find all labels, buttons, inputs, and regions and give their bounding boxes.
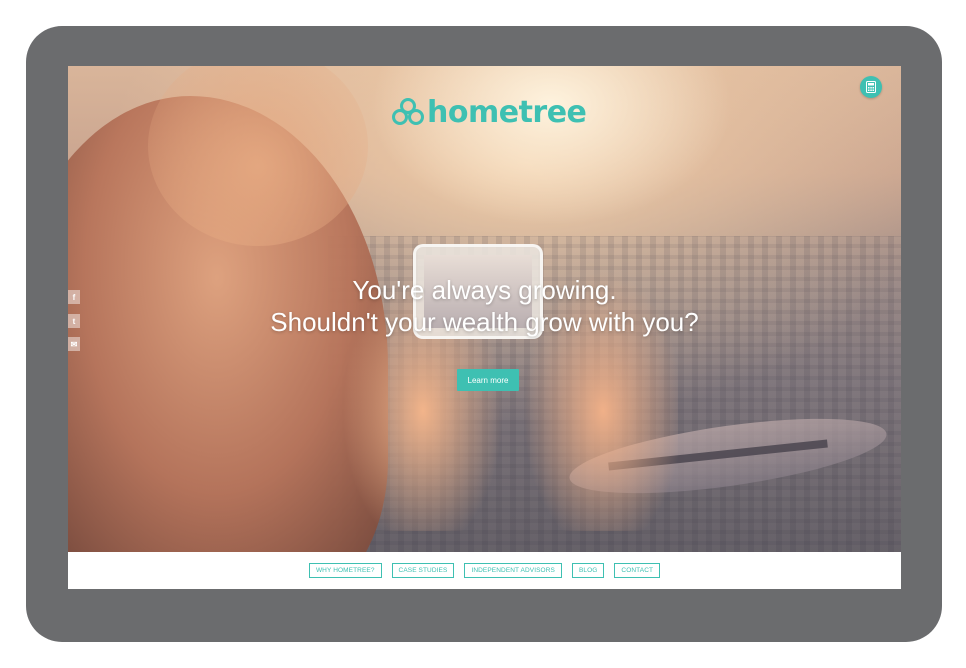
tablet-frame: hometree You're always growing. Shouldn'… bbox=[26, 26, 942, 642]
calculator-icon bbox=[866, 81, 876, 93]
hero-section: hometree You're always growing. Shouldn'… bbox=[68, 66, 901, 552]
nav-case-studies[interactable]: CASE STUDIES bbox=[391, 563, 455, 578]
hero-headline: You're always growing. Shouldn't your we… bbox=[68, 274, 901, 338]
facebook-icon: f bbox=[72, 292, 76, 302]
nav-contact[interactable]: CONTACT bbox=[614, 563, 661, 578]
site-logo[interactable]: hometree bbox=[391, 94, 587, 130]
headline-line-1: You're always growing. bbox=[352, 275, 617, 305]
nav-why-hometree[interactable]: WHY HOMETREE? bbox=[308, 563, 382, 578]
email-icon: ✉ bbox=[70, 339, 78, 349]
email-share-button[interactable]: ✉ bbox=[68, 337, 80, 351]
calculator-button[interactable] bbox=[860, 76, 882, 98]
twitter-share-button[interactable]: t bbox=[68, 314, 80, 328]
footer-nav: WHY HOMETREE? CASE STUDIES INDEPENDENT A… bbox=[68, 552, 901, 589]
nav-blog[interactable]: BLOG bbox=[571, 563, 605, 578]
logo-wordmark: hometree bbox=[427, 94, 587, 130]
nav-independent-advisors[interactable]: INDEPENDENT ADVISORS bbox=[464, 563, 562, 578]
headline-line-2: Shouldn't your wealth grow with you? bbox=[270, 307, 699, 337]
facebook-share-button[interactable]: f bbox=[68, 290, 80, 304]
learn-more-button[interactable]: Learn more bbox=[457, 369, 519, 391]
hometree-logo-icon bbox=[392, 98, 424, 125]
twitter-icon: t bbox=[72, 316, 76, 326]
browser-viewport: hometree You're always growing. Shouldn'… bbox=[68, 66, 901, 589]
